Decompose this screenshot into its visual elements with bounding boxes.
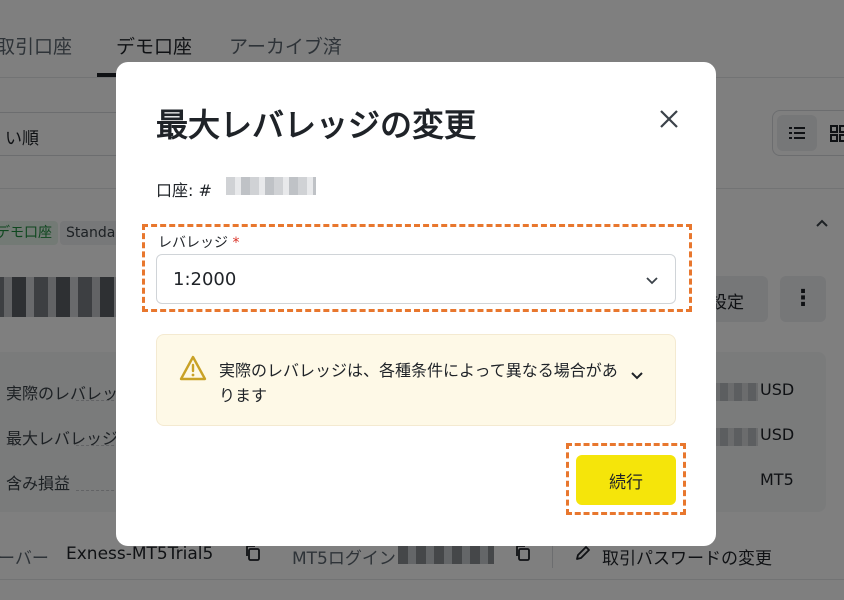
leverage-warning: 実際のレバレッジは、各種条件によって異なる場合があります <box>156 334 676 426</box>
account-number-label: 口座: # <box>156 181 212 200</box>
account-number-redacted <box>226 177 316 195</box>
leverage-select[interactable]: 1:2000 <box>156 254 676 304</box>
continue-button[interactable]: 続行 <box>576 455 676 505</box>
change-leverage-dialog: 最大レバレッジの変更 口座: # レバレッジ * 1:2000 実際のレバレッジ… <box>116 62 716 546</box>
leverage-value: 1:2000 <box>173 269 237 290</box>
required-marker: * <box>232 235 240 251</box>
chevron-down-icon[interactable] <box>629 367 645 383</box>
close-icon[interactable] <box>654 104 684 134</box>
chevron-down-icon <box>646 277 658 285</box>
warning-icon <box>179 355 207 381</box>
warning-text: 実際のレバレッジは、各種条件によって異なる場合があります <box>219 361 618 405</box>
leverage-field-label: レバレッジ * <box>158 235 240 251</box>
dialog-title: 最大レバレッジの変更 <box>156 106 477 144</box>
